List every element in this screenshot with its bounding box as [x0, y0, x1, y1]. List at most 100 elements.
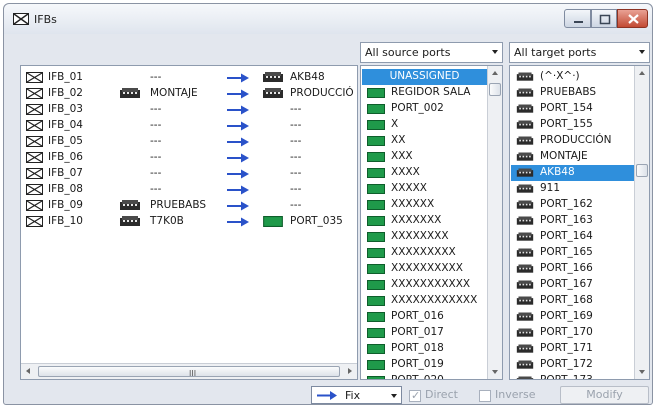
port-list-item[interactable]: MONTAJE [511, 149, 634, 165]
target-ports-list[interactable]: (^·X^·) PRUEBABS PORT_154 PORT_155 PRODU… [509, 65, 650, 380]
port-list-item[interactable]: PORT_165 [511, 245, 634, 261]
scroll-left-icon[interactable] [26, 368, 30, 374]
scrollbar-thumb[interactable] [636, 164, 648, 177]
port-list-item[interactable]: XXXXXXXXXXX [362, 277, 487, 293]
source-ports-list[interactable]: UNASSIGNED REGIDOR SALA PORT_002 X XX XX… [360, 65, 503, 380]
port-list-item[interactable]: REGIDOR SALA [362, 85, 487, 101]
port-list-item[interactable]: PRUEBABS [511, 85, 634, 101]
port-list-item[interactable]: 911 [511, 181, 634, 197]
port-list-item[interactable]: XXXXXXXX [362, 229, 487, 245]
port-list-item[interactable]: XXXXXX [362, 197, 487, 213]
port-list-item[interactable]: PORT_164 [511, 229, 634, 245]
route-target-name: --- [290, 135, 302, 147]
route-row[interactable]: IFB_08 --- --- [21, 182, 357, 198]
route-source-name: --- [150, 167, 162, 179]
route-target-name: PRODUCCIÓ [290, 87, 354, 99]
port-list-item[interactable]: PORT_168 [511, 293, 634, 309]
port-list-item[interactable]: XXXXXXX [362, 213, 487, 229]
port-list-item[interactable]: XX [362, 133, 487, 149]
port-list-item[interactable]: (^·X^·) [511, 69, 634, 85]
port-list-item[interactable]: X [362, 117, 487, 133]
port-list-item[interactable]: PORT_173 [511, 373, 634, 379]
source-vertical-scrollbar[interactable] [487, 66, 502, 379]
modify-button[interactable]: Modify [560, 386, 649, 404]
port-list-item[interactable]: PORT_170 [511, 325, 634, 341]
port-list-item[interactable]: PORT_020 [362, 373, 487, 379]
port-list-item[interactable]: PRODUCCIÓN [511, 133, 634, 149]
route-row[interactable]: IFB_06 --- --- [21, 150, 357, 166]
inverse-checkbox[interactable] [479, 390, 491, 402]
port-name: PORT_171 [540, 342, 593, 354]
port-list-item[interactable]: PORT_016 [362, 309, 487, 325]
ifb-routes-list[interactable]: IFB_01 --- AKB48 IFB_02 MONTAJE PRODUCCIÓ… [20, 65, 358, 380]
port-list-item[interactable]: XXXXXXXXX [362, 245, 487, 261]
port-icon [367, 328, 385, 338]
port-list-item[interactable]: UNASSIGNED [362, 69, 487, 85]
panel-icon [516, 168, 534, 177]
scroll-down-icon[interactable] [492, 370, 498, 374]
close-button[interactable] [617, 9, 648, 28]
panel-icon [516, 344, 534, 353]
port-icon [367, 232, 385, 242]
port-list-item[interactable]: PORT_172 [511, 357, 634, 373]
horizontal-scrollbar[interactable]: III [21, 363, 357, 379]
route-row[interactable]: IFB_04 --- --- [21, 118, 357, 134]
source-filter-select[interactable]: All source ports [360, 42, 503, 63]
route-row[interactable]: IFB_01 --- AKB48 [21, 70, 357, 86]
port-list-item[interactable]: PORT_018 [362, 341, 487, 357]
port-icon [367, 184, 385, 194]
route-source-name: --- [150, 103, 162, 115]
route-row[interactable]: IFB_05 --- --- [21, 134, 357, 150]
scrollbar-thumb[interactable] [489, 83, 501, 96]
scrollbar-thumb[interactable]: III [38, 366, 340, 378]
port-list-item[interactable]: XXX [362, 149, 487, 165]
port-name: XXXXXXXXXXXX [391, 294, 478, 306]
port-list-item[interactable]: PORT_017 [362, 325, 487, 341]
port-list-item[interactable]: PORT_166 [511, 261, 634, 277]
maximize-button[interactable] [591, 9, 617, 28]
panel-icon [516, 88, 534, 97]
port-list-item[interactable]: PORT_171 [511, 341, 634, 357]
ifb-cross-icon [26, 152, 43, 163]
port-list-item[interactable]: PORT_167 [511, 277, 634, 293]
port-name: XXXX [391, 166, 420, 178]
port-name: PORT_172 [540, 358, 593, 370]
port-list-item[interactable]: PORT_019 [362, 357, 487, 373]
route-row[interactable]: IFB_07 --- --- [21, 166, 357, 182]
scroll-down-icon[interactable] [639, 370, 645, 374]
scroll-up-icon[interactable] [639, 71, 645, 75]
port-list-item[interactable]: XXXX [362, 165, 487, 181]
panel-icon [516, 264, 534, 273]
ifb-cross-icon [26, 168, 43, 179]
route-row[interactable]: IFB_09 PRUEBABS --- [21, 198, 357, 214]
port-list-item[interactable]: PORT_169 [511, 309, 634, 325]
mode-select[interactable]: Fix [311, 386, 402, 404]
port-list-item[interactable]: XXXXX [362, 181, 487, 197]
target-filter-select[interactable]: All target ports [509, 42, 650, 63]
title-bar[interactable]: IFBs [4, 4, 652, 34]
port-list-item[interactable]: PORT_163 [511, 213, 634, 229]
port-list-item[interactable]: XXXXXXXXXX [362, 261, 487, 277]
route-row[interactable]: IFB_03 --- --- [21, 102, 357, 118]
checkmark-icon: ✓ [411, 389, 421, 402]
panel-icon [516, 376, 534, 379]
scroll-up-icon[interactable] [492, 71, 498, 75]
scroll-right-icon[interactable] [348, 368, 352, 374]
port-name: PORT_018 [391, 342, 444, 354]
target-vertical-scrollbar[interactable] [634, 66, 649, 379]
port-list-item[interactable]: PORT_002 [362, 101, 487, 117]
port-name: PRUEBABS [540, 86, 597, 98]
arrow-right-icon [227, 89, 249, 99]
port-list-item[interactable]: PORT_154 [511, 101, 634, 117]
route-row[interactable]: IFB_02 MONTAJE PRODUCCIÓ [21, 86, 357, 102]
ifb-cross-icon [26, 120, 43, 131]
ifb-name: IFB_09 [48, 199, 83, 211]
direct-checkbox[interactable]: ✓ [409, 389, 421, 402]
port-list-item[interactable]: XXXXXXXXXXXX [362, 293, 487, 309]
port-list-item[interactable]: AKB48 [511, 165, 634, 181]
port-list-item[interactable]: PORT_155 [511, 117, 634, 133]
minimize-button[interactable] [564, 9, 591, 28]
route-row[interactable]: IFB_10 T7K0B PORT_035 [21, 214, 357, 230]
ifb-name: IFB_05 [48, 135, 83, 147]
port-list-item[interactable]: PORT_162 [511, 197, 634, 213]
